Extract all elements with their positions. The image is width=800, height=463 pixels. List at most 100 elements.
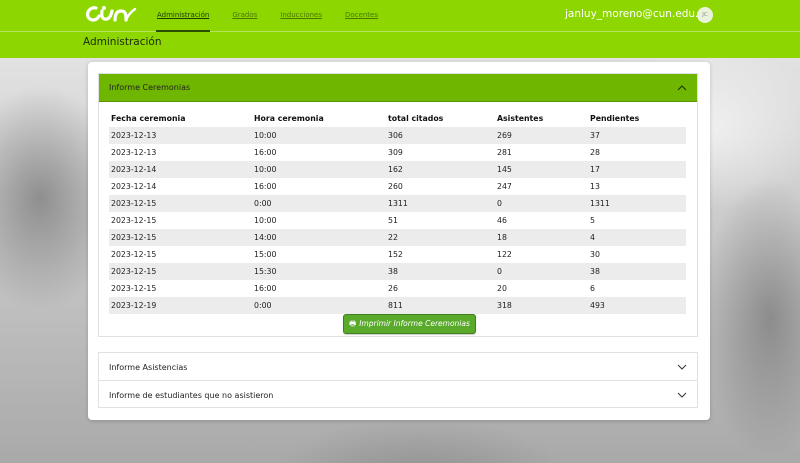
cell-asistentes: 269 bbox=[495, 127, 588, 144]
cell-hora: 14:00 bbox=[252, 229, 386, 246]
nav-docentes[interactable]: Docentes bbox=[344, 0, 379, 32]
panel-title-no-asistieron: Informe de estudiantes que no asistieron bbox=[109, 390, 274, 400]
cell-asistentes: 0 bbox=[495, 263, 588, 280]
cell-total: 1311 bbox=[386, 195, 495, 212]
app-header: Administración Grados Inducciones Docent… bbox=[0, 0, 800, 58]
ceremonias-table: Fecha ceremonia Hora ceremonia total cit… bbox=[109, 110, 686, 314]
cell-asistentes: 247 bbox=[497, 182, 512, 191]
reports-card: Informe Ceremonias Fecha ceremonia Hora … bbox=[88, 62, 710, 420]
cell-pendientes: 5 bbox=[590, 216, 595, 225]
cell-asistentes: 145 bbox=[495, 161, 588, 178]
table-row: 2023-12-19 0:00 811 318 493 bbox=[109, 297, 686, 314]
chevron-down-icon[interactable] bbox=[677, 362, 687, 372]
cell-fecha: 2023-12-15 bbox=[111, 216, 157, 225]
cell-hora: 16:00 bbox=[254, 182, 277, 191]
panel-header-no-asistieron[interactable]: Informe de estudiantes que no asistieron bbox=[99, 381, 697, 409]
panel-title-asistencias: Informe Asistencias bbox=[109, 362, 188, 372]
cell-pendientes: 30 bbox=[590, 250, 600, 259]
cell-asistentes: 0 bbox=[495, 195, 588, 212]
nav-inducciones[interactable]: Inducciones bbox=[279, 0, 323, 32]
cell-fecha: 2023-12-13 bbox=[111, 148, 157, 157]
chevron-up-icon[interactable] bbox=[677, 83, 687, 93]
table-row: 2023-12-14 10:00 162 145 17 bbox=[109, 161, 686, 178]
table-header-row: Fecha ceremonia Hora ceremonia total cit… bbox=[109, 110, 686, 127]
cell-fecha: 2023-12-15 bbox=[109, 229, 252, 246]
table-row: 2023-12-15 16:00 26 20 6 bbox=[109, 280, 686, 297]
nav-administracion[interactable]: Administración bbox=[156, 0, 211, 32]
cell-pendientes: 493 bbox=[588, 297, 686, 314]
cell-fecha: 2023-12-15 bbox=[109, 195, 252, 212]
cell-hora: 10:00 bbox=[252, 127, 386, 144]
top-navbar: Administración Grados Inducciones Docent… bbox=[0, 0, 800, 32]
panel-header-ceremonias[interactable]: Informe Ceremonias bbox=[99, 74, 697, 102]
chevron-down-icon[interactable] bbox=[677, 390, 687, 400]
table-row: 2023-12-15 15:30 38 0 38 bbox=[109, 263, 686, 280]
cell-total: 162 bbox=[386, 161, 495, 178]
cell-pendientes: 28 bbox=[590, 148, 600, 157]
table-row: 2023-12-15 0:00 1311 0 1311 bbox=[109, 195, 686, 212]
table-row: 2023-12-13 16:00 309 281 28 bbox=[109, 144, 686, 161]
cell-asistentes: 20 bbox=[497, 284, 507, 293]
table-row: 2023-12-15 15:00 152 122 30 bbox=[109, 246, 686, 263]
print-button-label: Imprimir Informe Ceremonias bbox=[359, 319, 470, 328]
cell-pendientes: 1311 bbox=[588, 195, 686, 212]
print-informe-ceremonias-button[interactable]: 🖶 Imprimir Informe Ceremonias bbox=[343, 314, 476, 334]
cell-asistentes: 18 bbox=[495, 229, 588, 246]
printer-icon: 🖶 bbox=[349, 319, 357, 328]
cell-pendientes: 38 bbox=[588, 263, 686, 280]
cell-hora: 10:00 bbox=[254, 216, 277, 225]
cell-pendientes: 6 bbox=[590, 284, 595, 293]
cell-fecha: 2023-12-13 bbox=[109, 127, 252, 144]
table-row: 2023-12-13 10:00 306 269 37 bbox=[109, 127, 686, 144]
cell-total: 260 bbox=[388, 182, 403, 191]
cell-total: 152 bbox=[388, 250, 403, 259]
col-total-citados: total citados bbox=[388, 114, 444, 123]
panel-informe-ceremonias: Informe Ceremonias Fecha ceremonia Hora … bbox=[98, 73, 698, 337]
cell-total: 306 bbox=[386, 127, 495, 144]
cell-pendientes: 37 bbox=[588, 127, 686, 144]
cell-hora: 16:00 bbox=[254, 284, 277, 293]
cell-total: 51 bbox=[388, 216, 398, 225]
nav-grados[interactable]: Grados bbox=[231, 0, 258, 32]
cell-asistentes: 318 bbox=[495, 297, 588, 314]
cell-pendientes: 17 bbox=[588, 161, 686, 178]
cell-asistentes: 122 bbox=[497, 250, 512, 259]
cell-fecha: 2023-12-15 bbox=[111, 250, 157, 259]
main-nav: Administración Grados Inducciones Docent… bbox=[156, 0, 400, 32]
cell-fecha: 2023-12-14 bbox=[111, 182, 157, 191]
table-row: 2023-12-15 14:00 22 18 4 bbox=[109, 229, 686, 246]
cell-total: 309 bbox=[388, 148, 403, 157]
cell-hora: 15:00 bbox=[254, 250, 277, 259]
col-fecha-ceremonia: Fecha ceremonia bbox=[111, 114, 186, 123]
cell-asistentes: 46 bbox=[497, 216, 507, 225]
panel-informe-no-asistieron[interactable]: Informe de estudiantes que no asistieron bbox=[98, 380, 698, 408]
cell-hora: 0:00 bbox=[252, 297, 386, 314]
cell-fecha: 2023-12-15 bbox=[111, 284, 157, 293]
col-hora-ceremonia: Hora ceremonia bbox=[254, 114, 324, 123]
col-asistentes: Asistentes bbox=[497, 114, 544, 123]
cell-total: 22 bbox=[386, 229, 495, 246]
cell-fecha: 2023-12-19 bbox=[109, 297, 252, 314]
cell-fecha: 2023-12-15 bbox=[109, 263, 252, 280]
table-row: 2023-12-15 10:00 51 46 5 bbox=[109, 212, 686, 229]
avatar[interactable]: JC bbox=[697, 7, 713, 23]
user-email[interactable]: janluy_moreno@cun.edu.co bbox=[565, 8, 711, 20]
cell-hora: 15:30 bbox=[252, 263, 386, 280]
panel-header-asistencias[interactable]: Informe Asistencias bbox=[99, 353, 697, 381]
cell-total: 811 bbox=[386, 297, 495, 314]
col-pendientes: Pendientes bbox=[590, 114, 640, 123]
cell-asistentes: 281 bbox=[497, 148, 512, 157]
cell-hora: 16:00 bbox=[254, 148, 277, 157]
cell-hora: 10:00 bbox=[252, 161, 386, 178]
cell-total: 26 bbox=[388, 284, 398, 293]
cell-total: 38 bbox=[386, 263, 495, 280]
panel-informe-asistencias[interactable]: Informe Asistencias bbox=[98, 352, 698, 381]
cell-hora: 0:00 bbox=[252, 195, 386, 212]
page-title: Administración bbox=[83, 36, 162, 48]
cell-fecha: 2023-12-14 bbox=[109, 161, 252, 178]
cell-pendientes: 13 bbox=[590, 182, 600, 191]
table-row: 2023-12-14 16:00 260 247 13 bbox=[109, 178, 686, 195]
panel-title-ceremonias: Informe Ceremonias bbox=[109, 83, 191, 92]
cun-logo[interactable] bbox=[82, 3, 138, 25]
cell-pendientes: 4 bbox=[588, 229, 686, 246]
